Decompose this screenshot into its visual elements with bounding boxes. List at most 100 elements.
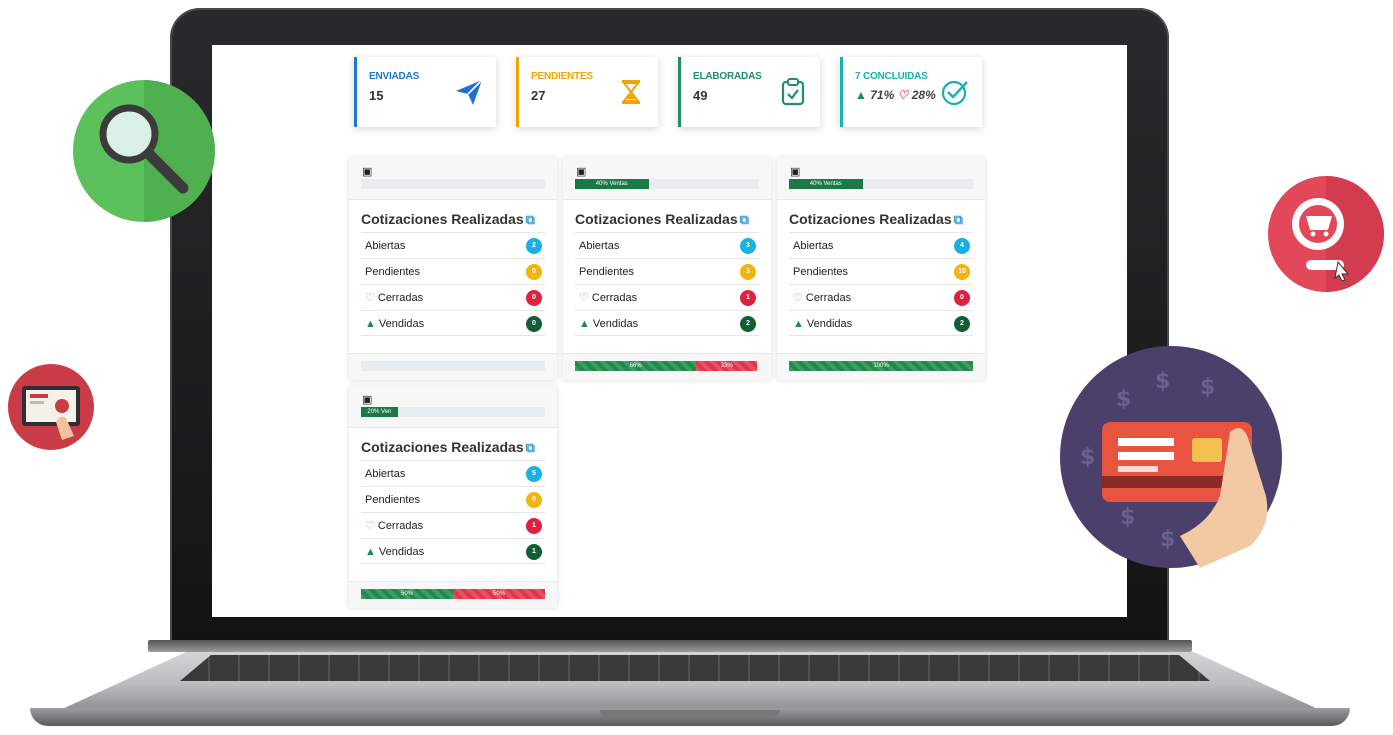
map-pin-icon: ♡ [579, 292, 589, 304]
count-badge: 0 [526, 492, 542, 508]
status-row-open[interactable]: Abiertas 4 [789, 232, 973, 258]
sales-progress [361, 179, 545, 189]
status-row-open[interactable]: Abiertas 3 [575, 232, 759, 258]
card-header: ▣ 40% Ventas [777, 157, 985, 200]
status-label: Abiertas [579, 240, 620, 252]
status-row-closed[interactable]: ♡ Cerradas 0 [789, 284, 973, 310]
credit-card-badge: $$$ $$$ $ [1060, 346, 1282, 568]
count-badge: 0 [526, 290, 542, 306]
progress-segment: 100% [789, 361, 973, 371]
status-row-pending[interactable]: Pendientes 10 [789, 258, 973, 284]
paper-plane-icon [456, 79, 483, 105]
status-label: Abiertas [793, 240, 834, 252]
status-label: Abiertas [365, 468, 406, 480]
svg-text:$: $ [1155, 369, 1170, 394]
card-title-text: Cotizaciones Realizadas [789, 211, 952, 227]
status-row-closed[interactable]: ♡ Cerradas 1 [361, 512, 545, 538]
card-header: ▣ 20% Ven [349, 385, 557, 428]
status-label: Vendidas [592, 318, 639, 330]
svg-text:$: $ [1116, 387, 1131, 412]
status-label: Cerradas [591, 292, 638, 304]
card-footer: 66% 33% [563, 353, 771, 380]
card-title[interactable]: Cotizaciones Realizadas ⧉ [789, 211, 963, 228]
shopping-cart-icon [1292, 176, 1384, 292]
stat-card-elaborated[interactable]: ELABORADAS 49 [678, 57, 820, 127]
count-badge: 0 [526, 264, 542, 280]
status-label: Vendidas [806, 318, 853, 330]
clipboard-check-icon [781, 78, 805, 106]
status-row-sold[interactable]: ▲ Vendidas 1 [361, 538, 545, 564]
progress-segment: 50% [361, 589, 453, 599]
status-list: Abiertas 5 Pendientes 0 ♡ Cerradas 1 ▲ Vendidas 1 [361, 460, 545, 564]
status-label: Pendientes [579, 266, 635, 278]
hourglass-icon [621, 80, 641, 104]
status-row-open[interactable]: Abiertas 5 [361, 460, 545, 486]
card-title[interactable]: Cotizaciones Realizadas ⧉ [361, 211, 535, 228]
result-progress: 66% 33% [575, 361, 759, 371]
count-badge: 1 [526, 544, 542, 560]
status-row-sold[interactable]: ▲ Vendidas 2 [575, 310, 759, 336]
status-label: Cerradas [377, 520, 424, 532]
count-badge: 0 [954, 290, 970, 306]
sales-progress: 40% Ventas [575, 179, 759, 189]
thumbs-up-icon: ▲ [793, 318, 804, 330]
sales-progress-fill: 40% Ventas [789, 179, 863, 189]
card-title[interactable]: Cotizaciones Realizadas ⧉ [361, 439, 535, 456]
thumbs-up-icon: ▲ [365, 546, 376, 558]
user-icon: ▣ [790, 166, 801, 178]
thumbs-up-icon: ▲ [365, 318, 376, 330]
status-list: Abiertas 2 Pendientes 0 ♡ Cerradas 0 ▲ Vendidas 0 [361, 232, 545, 336]
card-title-text: Cotizaciones Realizadas [361, 211, 524, 227]
progress-segment: 50% [453, 589, 545, 599]
status-list: Abiertas 3 Pendientes 3 ♡ Cerradas 1 ▲ Vendidas 2 [575, 232, 759, 336]
stat-value-good: 71% [870, 88, 895, 102]
status-row-pending[interactable]: Pendientes 0 [361, 258, 545, 284]
count-badge: 2 [740, 316, 756, 332]
status-row-closed[interactable]: ♡ Cerradas 1 [575, 284, 759, 310]
quote-card: ▣ 40% Ventas Cotizaciones Realizadas ⧉ Ab… [777, 157, 985, 380]
count-badge: 10 [954, 264, 970, 280]
stat-value-bad: 28% [911, 88, 936, 102]
status-label: Vendidas [378, 318, 425, 330]
count-badge: 1 [740, 290, 756, 306]
status-row-sold[interactable]: ▲ Vendidas 0 [361, 310, 545, 336]
quote-card: ▣ 40% Ventas Cotizaciones Realizadas ⧉ Ab… [563, 157, 771, 380]
thumbs-up-icon: ▲ [855, 88, 867, 102]
shop-now-badge [1268, 176, 1384, 292]
external-link-icon[interactable]: ⧉ [954, 212, 963, 227]
map-pin-icon: ♡ [897, 88, 909, 102]
sales-progress-fill: 20% Ven [361, 407, 398, 417]
card-footer: 100% [777, 353, 985, 380]
quote-card: ▣ Cotizaciones Realizadas ⧉ Abiertas 2 Pend… [349, 157, 557, 380]
map-pin-icon: ♡ [365, 520, 375, 532]
status-row-sold[interactable]: ▲ Vendidas 2 [789, 310, 973, 336]
quote-card: ▣ 20% Ven Cotizaciones Realizadas ⧉ Abier… [349, 385, 557, 608]
card-title[interactable]: Cotizaciones Realizadas ⧉ [575, 211, 749, 228]
map-pin-icon: ♡ [365, 292, 375, 304]
external-link-icon[interactable]: ⧉ [526, 212, 535, 227]
card-title-text: Cotizaciones Realizadas [361, 439, 524, 455]
status-row-pending[interactable]: Pendientes 3 [575, 258, 759, 284]
map-pin-icon: ♡ [793, 292, 803, 304]
tablet-shopping-badge [8, 364, 94, 450]
external-link-icon[interactable]: ⧉ [740, 212, 749, 227]
stat-card-concluded[interactable]: 7 CONCLUIDAS ▲ 71% ♡ 28% [840, 57, 982, 127]
status-row-pending[interactable]: Pendientes 0 [361, 486, 545, 512]
card-title-text: Cotizaciones Realizadas [575, 211, 738, 227]
count-badge: 3 [740, 264, 756, 280]
stat-card-pending[interactable]: PENDIENTES 27 [516, 57, 658, 127]
external-link-icon[interactable]: ⧉ [526, 440, 535, 455]
status-row-closed[interactable]: ♡ Cerradas 0 [361, 284, 545, 310]
count-badge: 3 [740, 238, 756, 254]
status-row-open[interactable]: Abiertas 2 [361, 232, 545, 258]
laptop-hinge [148, 640, 1192, 652]
progress-segment: 33% [696, 361, 758, 371]
search-badge [73, 80, 215, 222]
thumbs-up-icon: ▲ [579, 318, 590, 330]
user-icon: ▣ [362, 394, 373, 406]
sales-progress: 20% Ven [361, 407, 545, 417]
count-badge: 1 [526, 518, 542, 534]
stat-card-sent[interactable]: ENVIADAS 15 [354, 57, 496, 127]
count-badge: 2 [526, 238, 542, 254]
tablet-cart-icon [22, 386, 80, 440]
